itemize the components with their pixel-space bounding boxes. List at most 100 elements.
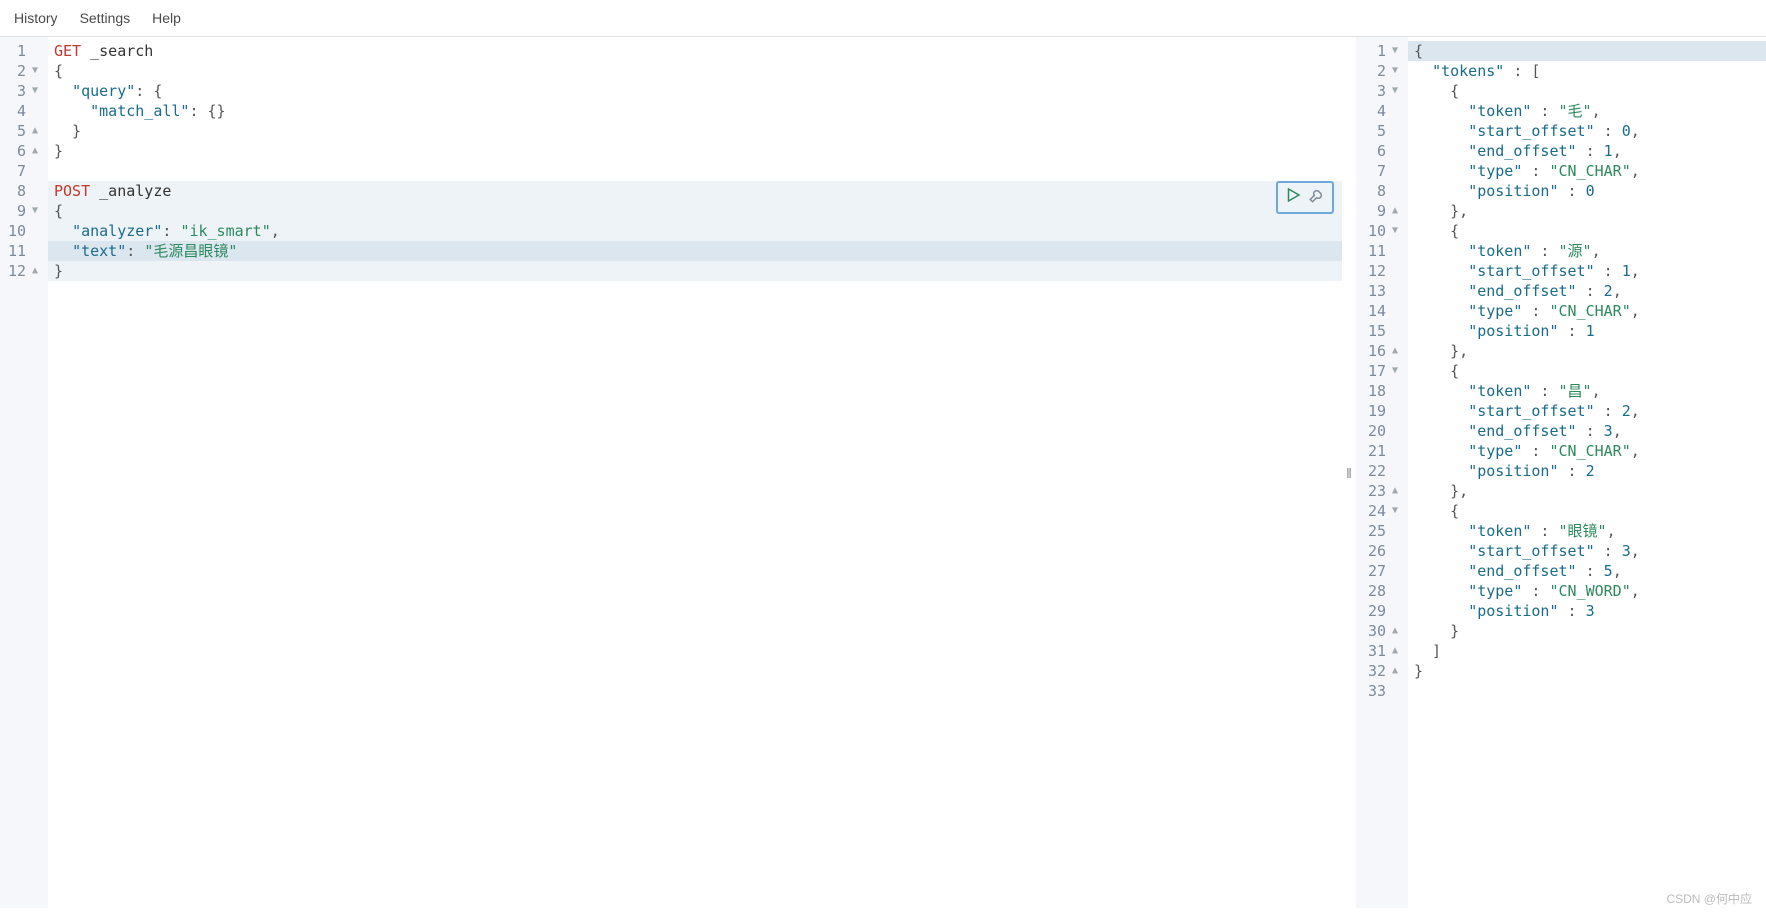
code-line[interactable]: { [48, 61, 1342, 81]
code-line[interactable]: "type" : "CN_WORD", [1408, 581, 1766, 601]
fold-toggle-icon[interactable]: ▲ [1390, 661, 1400, 681]
code-line[interactable]: "token" : "眼镜", [1408, 521, 1766, 541]
menu-settings[interactable]: Settings [80, 10, 131, 26]
fold-toggle-icon[interactable]: ▼ [30, 201, 40, 221]
fold-toggle-icon[interactable]: ▼ [30, 81, 40, 101]
fold-toggle-icon[interactable]: ▼ [1390, 221, 1400, 241]
fold-toggle-icon[interactable]: ▼ [1390, 361, 1400, 381]
code-line[interactable]: "type" : "CN_CHAR", [1408, 441, 1766, 461]
gutter-line: 30▲ [1360, 621, 1400, 641]
gutter-line: 3▼ [1360, 81, 1400, 101]
fold-toggle-icon[interactable]: ▲ [1390, 201, 1400, 221]
code-line[interactable]: { [1408, 41, 1766, 61]
code-line[interactable]: ] [1408, 641, 1766, 661]
code-line[interactable]: { [1408, 81, 1766, 101]
code-line[interactable]: { [1408, 501, 1766, 521]
code-line[interactable]: "tokens" : [ [1408, 61, 1766, 81]
code-line[interactable]: "position" : 3 [1408, 601, 1766, 621]
fold-toggle-icon[interactable]: ▲ [30, 141, 40, 161]
fold-toggle-icon[interactable]: ▲ [1390, 621, 1400, 641]
request-editor[interactable]: 12▼3▼45▲6▲789▼101112▲ GET _search{ "quer… [0, 37, 1342, 908]
gutter-line: 25 [1360, 521, 1400, 541]
code-line[interactable]: "query": { [48, 81, 1342, 101]
code-line[interactable]: } [48, 261, 1342, 281]
gutter-line: 16▲ [1360, 341, 1400, 361]
fold-toggle-icon[interactable]: ▲ [30, 121, 40, 141]
gutter-line: 2▼ [1360, 61, 1400, 81]
gutter-line: 9▲ [1360, 201, 1400, 221]
fold-toggle-icon[interactable]: ▼ [30, 61, 40, 81]
code-line[interactable]: "analyzer": "ik_smart", [48, 221, 1342, 241]
editor-panes: 12▼3▼45▲6▲789▼101112▲ GET _search{ "quer… [0, 37, 1766, 908]
gutter-line: 26 [1360, 541, 1400, 561]
code-line[interactable]: "end_offset" : 1, [1408, 141, 1766, 161]
code-line[interactable]: } [1408, 621, 1766, 641]
gutter-line: 12 [1360, 261, 1400, 281]
code-line[interactable]: "position" : 0 [1408, 181, 1766, 201]
code-line[interactable]: }, [1408, 341, 1766, 361]
pane-splitter[interactable]: ‖ [1342, 37, 1356, 908]
code-line[interactable]: "text": "毛源昌眼镜" [48, 241, 1342, 261]
code-line[interactable]: "token" : "昌", [1408, 381, 1766, 401]
code-line[interactable]: "start_offset" : 0, [1408, 121, 1766, 141]
code-line[interactable]: "start_offset" : 3, [1408, 541, 1766, 561]
code-line[interactable]: } [48, 141, 1342, 161]
fold-toggle-icon[interactable]: ▲ [1390, 641, 1400, 661]
fold-toggle-icon[interactable]: ▼ [1390, 61, 1400, 81]
fold-toggle-icon[interactable]: ▼ [1390, 81, 1400, 101]
code-line[interactable]: "token" : "源", [1408, 241, 1766, 261]
gutter-line: 23▲ [1360, 481, 1400, 501]
menu-history[interactable]: History [14, 10, 58, 26]
code-line[interactable]: "start_offset" : 1, [1408, 261, 1766, 281]
code-line[interactable]: GET _search [48, 41, 1342, 61]
code-line[interactable]: "end_offset" : 2, [1408, 281, 1766, 301]
gutter-line: 33 [1360, 681, 1400, 701]
fold-toggle-icon[interactable]: ▼ [1390, 41, 1400, 61]
gutter-line: 2▼ [4, 61, 40, 81]
fold-toggle-icon[interactable]: ▼ [1390, 501, 1400, 521]
fold-toggle-icon[interactable]: ▲ [1390, 481, 1400, 501]
gutter-line: 15 [1360, 321, 1400, 341]
gutter-line: 21 [1360, 441, 1400, 461]
response-gutter: 1▼2▼3▼456789▲10▼111213141516▲17▼18192021… [1356, 37, 1408, 908]
gutter-line: 17▼ [1360, 361, 1400, 381]
gutter-line: 4 [1360, 101, 1400, 121]
code-line[interactable] [1408, 681, 1766, 701]
code-line[interactable]: } [1408, 661, 1766, 681]
gutter-line: 29 [1360, 601, 1400, 621]
code-line[interactable]: "token" : "毛", [1408, 101, 1766, 121]
code-line[interactable]: }, [1408, 481, 1766, 501]
code-line[interactable] [48, 161, 1342, 181]
code-line[interactable]: } [48, 121, 1342, 141]
code-line[interactable]: "match_all": {} [48, 101, 1342, 121]
response-viewer[interactable]: 1▼2▼3▼456789▲10▼111213141516▲17▼18192021… [1356, 37, 1766, 908]
run-icon[interactable] [1284, 186, 1302, 209]
code-line[interactable]: "start_offset" : 2, [1408, 401, 1766, 421]
code-line[interactable]: }, [1408, 201, 1766, 221]
code-line[interactable]: "type" : "CN_CHAR", [1408, 301, 1766, 321]
gutter-line: 4 [4, 101, 40, 121]
gutter-line: 18 [1360, 381, 1400, 401]
fold-toggle-icon[interactable]: ▲ [30, 261, 40, 281]
fold-toggle-icon[interactable]: ▲ [1390, 341, 1400, 361]
code-line[interactable]: "end_offset" : 5, [1408, 561, 1766, 581]
code-line[interactable]: POST _analyze [48, 181, 1342, 201]
code-line[interactable]: { [48, 201, 1342, 221]
gutter-line: 11 [1360, 241, 1400, 261]
gutter-line: 8 [1360, 181, 1400, 201]
gutter-line: 8 [4, 181, 40, 201]
code-line[interactable]: "type" : "CN_CHAR", [1408, 161, 1766, 181]
wrench-icon[interactable] [1308, 186, 1326, 209]
code-line[interactable]: { [1408, 361, 1766, 381]
response-code[interactable]: { "tokens" : [ { "token" : "毛", "start_o… [1408, 37, 1766, 908]
code-line[interactable]: "end_offset" : 3, [1408, 421, 1766, 441]
gutter-line: 20 [1360, 421, 1400, 441]
code-line[interactable]: "position" : 1 [1408, 321, 1766, 341]
menu-help[interactable]: Help [152, 10, 181, 26]
gutter-line: 14 [1360, 301, 1400, 321]
request-code[interactable]: GET _search{ "query": { "match_all": {} … [48, 37, 1342, 908]
gutter-line: 32▲ [1360, 661, 1400, 681]
gutter-line: 1▼ [1360, 41, 1400, 61]
code-line[interactable]: { [1408, 221, 1766, 241]
code-line[interactable]: "position" : 2 [1408, 461, 1766, 481]
